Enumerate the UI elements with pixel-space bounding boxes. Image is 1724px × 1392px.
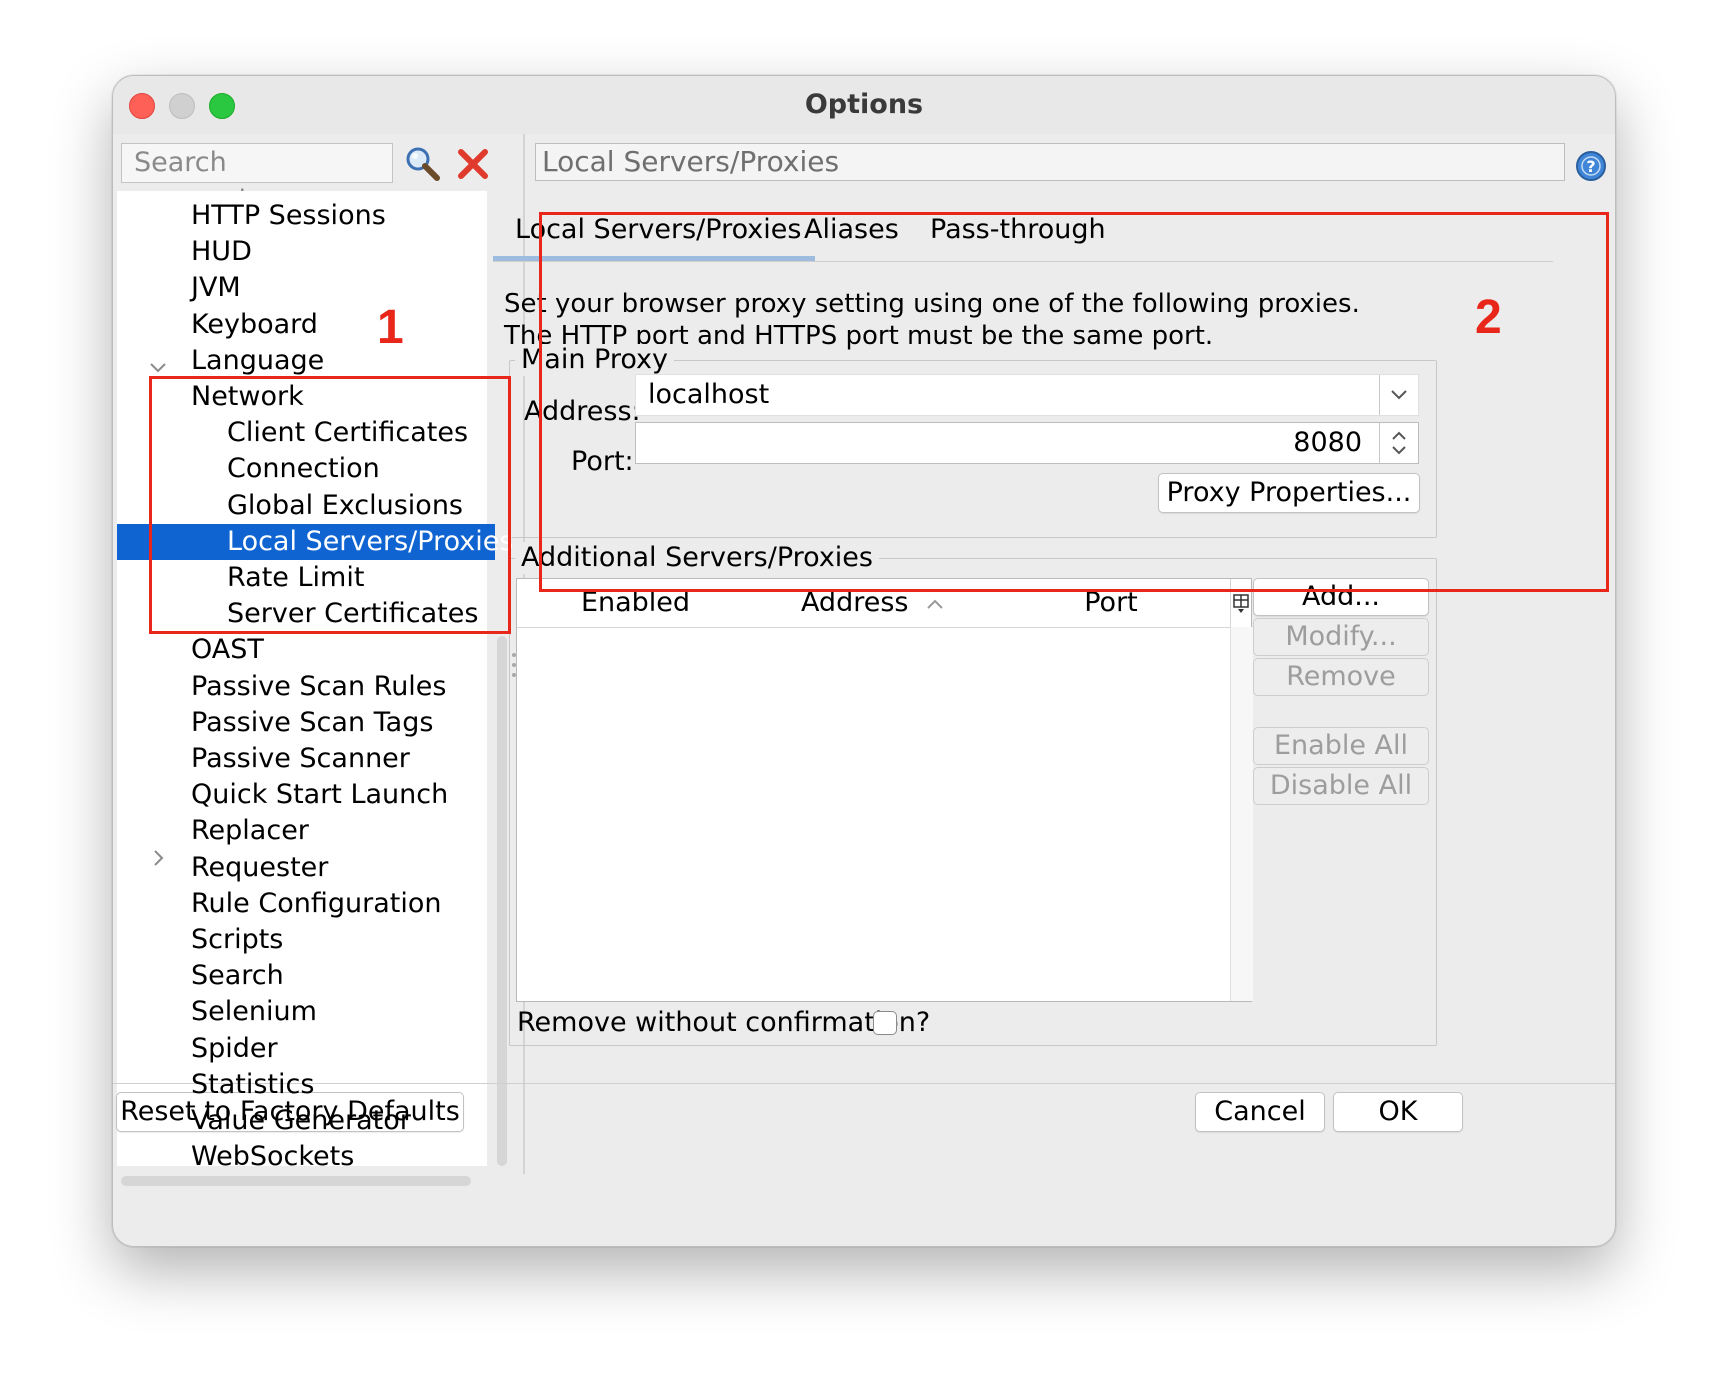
annotation-box-1	[149, 376, 511, 634]
tree-item-rule-configuration[interactable]: Rule Configuration	[191, 886, 441, 922]
ok-button[interactable]: OK	[1333, 1092, 1463, 1132]
tree-item-oast[interactable]: OAST	[191, 632, 264, 668]
tree-item-passive-scanner[interactable]: Passive Scanner	[191, 741, 410, 777]
tree-item-passive-scan-rules[interactable]: Passive Scan Rules	[191, 669, 447, 705]
remove-button[interactable]: Remove	[1253, 658, 1429, 696]
help-icon[interactable]: ?	[1575, 150, 1607, 182]
tree-item-language[interactable]: Language	[191, 343, 324, 379]
window-title: Options	[804, 89, 924, 120]
tree-item-selenium[interactable]: Selenium	[191, 994, 317, 1030]
tree-item-replacer[interactable]: Replacer	[191, 813, 309, 849]
tree-item-search[interactable]: Search	[191, 958, 284, 994]
tree-item-scripts[interactable]: Scripts	[191, 922, 283, 958]
disable-all-button[interactable]: Disable All	[1253, 767, 1429, 805]
panel-title: Local Servers/Proxies	[535, 143, 1565, 181]
search-expression-input[interactable]: Search expression	[121, 143, 393, 216]
tree-item-statistics[interactable]: Statistics	[191, 1067, 314, 1103]
tree-item-passive-scan-tags[interactable]: Passive Scan Tags	[191, 705, 433, 741]
tree-item-jvm[interactable]: JVM	[191, 270, 241, 306]
tree-item-value-generator[interactable]: Value Generator	[191, 1103, 411, 1139]
footer-separator	[113, 1083, 1615, 1084]
tree-item-websockets[interactable]: WebSockets	[191, 1139, 354, 1175]
remove-confirmation-checkbox[interactable]	[873, 1011, 897, 1035]
additional-servers-table[interactable]: Enabled Address Port	[516, 578, 1253, 1002]
title-bar: Options	[113, 76, 1615, 134]
svg-text:?: ?	[1586, 157, 1595, 176]
annotation-box-2	[539, 212, 1609, 592]
remove-confirmation-label: Remove without confirmation?	[517, 1007, 931, 1038]
sort-ascending-icon	[927, 599, 943, 609]
tree-item-hud[interactable]: HUD	[191, 234, 252, 270]
magnifier-icon[interactable]	[403, 144, 443, 184]
annotation-number-1: 1	[377, 301, 404, 354]
chevron-down-icon[interactable]	[147, 356, 169, 378]
tree-item-keyboard[interactable]: Keyboard	[191, 307, 318, 343]
enable-all-button[interactable]: Enable All	[1253, 727, 1429, 765]
tree-item-http-sessions[interactable]: HTTP Sessions	[191, 198, 386, 234]
chevron-right-icon[interactable]	[147, 847, 169, 869]
tree-item-quick-start-launch[interactable]: Quick Start Launch	[191, 777, 448, 813]
tree-item-requester[interactable]: Requester	[191, 850, 328, 886]
cancel-button[interactable]: Cancel	[1195, 1092, 1325, 1132]
tree-vertical-scrollbar[interactable]	[497, 636, 507, 1166]
tree-item-spider[interactable]: Spider	[191, 1031, 278, 1067]
modify-button[interactable]: Modify...	[1253, 618, 1429, 656]
tree-horizontal-scrollbar[interactable]	[121, 1176, 471, 1186]
annotation-number-2: 2	[1475, 291, 1502, 344]
red-x-icon[interactable]	[453, 144, 493, 184]
table-vertical-scrollbar[interactable]	[1230, 627, 1253, 1001]
